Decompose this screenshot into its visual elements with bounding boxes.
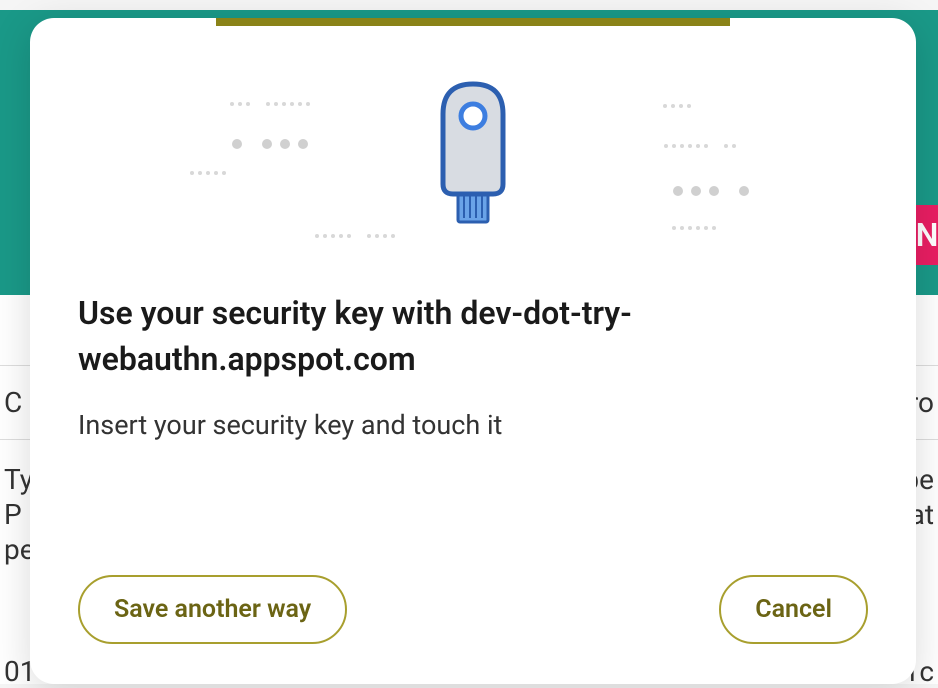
cancel-button[interactable]: Cancel: [719, 575, 868, 644]
security-key-modal: Use your security key with dev-dot-try-w…: [30, 18, 916, 684]
decorative-dots: [315, 226, 395, 245]
decorative-dots: [664, 136, 736, 155]
pink-badge-text: N: [916, 216, 938, 254]
decorative-dots: [230, 94, 310, 113]
save-another-way-button[interactable]: Save another way: [78, 575, 347, 644]
decorative-dots: [230, 134, 310, 153]
modal-subtitle: Insert your security key and touch it: [78, 409, 868, 441]
decorative-dots: [671, 181, 751, 200]
security-key-icon: [423, 74, 523, 238]
modal-footer: Save another way Cancel: [78, 575, 868, 644]
background-pink-badge: N: [916, 205, 938, 265]
decorative-dots: [190, 171, 226, 175]
modal-illustration: [30, 26, 916, 276]
modal-body: Use your security key with dev-dot-try-w…: [30, 276, 916, 441]
modal-progress-bar: [216, 18, 730, 26]
decorative-dots: [672, 226, 716, 230]
modal-title: Use your security key with dev-dot-try-w…: [78, 290, 868, 383]
decorative-dots: [663, 104, 691, 108]
